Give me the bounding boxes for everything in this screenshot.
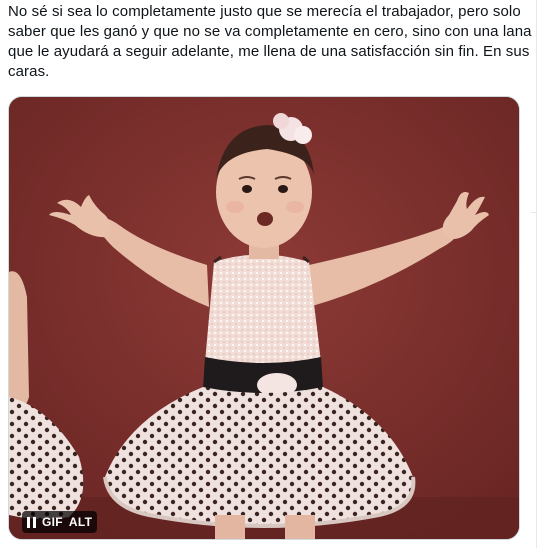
alt-text-button[interactable]: ALT <box>69 511 92 533</box>
gif-badge: GIF <box>42 515 63 529</box>
tweet-gif-media[interactable] <box>8 96 520 540</box>
tweet-text: No sé si sea lo completamente justo que … <box>8 3 536 80</box>
pause-icon[interactable] <box>27 516 36 528</box>
gif-controls: GIF ALT <box>22 511 98 533</box>
thread-divider-tick <box>531 212 537 213</box>
gif-frame-illustration <box>9 97 519 539</box>
